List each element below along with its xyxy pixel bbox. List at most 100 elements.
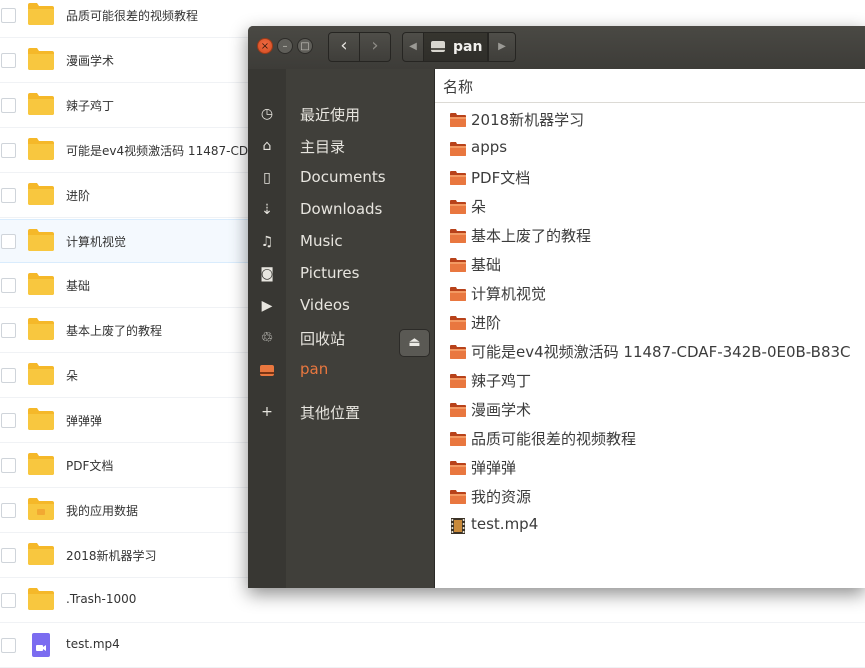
places-sidebar: ◷ 最近使用 ⌂ 主目录 ▯ Documents ⇣ Downloads ♫ Music ◙ Pict… <box>248 69 434 588</box>
file-row[interactable]: 计算机视觉 <box>435 279 865 308</box>
row-checkbox[interactable] <box>1 368 16 383</box>
row-checkbox[interactable] <box>1 53 16 68</box>
sidebar-item-label: 其他位置 <box>300 404 361 422</box>
camera-icon: ◙ <box>260 266 274 282</box>
folder-icon <box>450 489 466 504</box>
forward-button[interactable]: › <box>359 32 391 62</box>
folder-icon <box>28 363 54 385</box>
file-row[interactable]: 可能是ev4视频激活码 11487-CDAF-342B-0E0B-B83C <box>435 337 865 366</box>
eject-button[interactable]: ⏏ <box>399 329 430 357</box>
file-row[interactable]: apps <box>435 134 865 163</box>
folder-icon <box>450 344 466 359</box>
row-checkbox[interactable] <box>1 593 16 608</box>
folder-icon <box>450 460 466 475</box>
home-icon: ⌂ <box>262 138 272 154</box>
minimize-button[interactable]: – <box>277 38 293 54</box>
file-list-view: 名称 2018新机器学习 apps PDF文档朵基本上废了的教程 基础 计算机视觉进阶可… <box>434 69 865 588</box>
folder-icon <box>450 373 466 388</box>
row-checkbox[interactable] <box>1 234 16 249</box>
list-item-name: .Trash-1000 <box>66 592 137 606</box>
sidebar-item-label: Videos <box>300 296 350 314</box>
music-icon: ♫ <box>260 234 274 250</box>
video-icon: ▶ <box>261 298 273 314</box>
sidebar-item-drive[interactable]: pan <box>248 354 434 386</box>
file-row[interactable]: 2018新机器学习 <box>435 105 865 134</box>
window-titlebar[interactable]: × – □ ‹ › ◀ pan ▶ <box>248 26 865 70</box>
folder-icon <box>28 138 54 160</box>
file-name: 2018新机器学习 <box>471 111 585 129</box>
folder-icon <box>450 112 466 127</box>
row-checkbox[interactable] <box>1 458 16 473</box>
file-name: 我的资源 <box>471 488 532 506</box>
trash-icon: ♲ <box>260 330 274 346</box>
back-button[interactable]: ‹ <box>328 32 360 62</box>
plus-icon: + <box>261 404 273 420</box>
sidebar-item-video[interactable]: ▶ Videos <box>248 290 434 322</box>
sidebar-item-music[interactable]: ♫ Music <box>248 226 434 258</box>
file-row[interactable]: 品质可能很差的视频教程 <box>435 424 865 453</box>
file-name: 弹弹弹 <box>471 459 517 477</box>
sidebar-item-document[interactable]: ▯ Documents <box>248 162 434 194</box>
file-row[interactable]: PDF文档 <box>435 163 865 192</box>
row-checkbox[interactable] <box>1 143 16 158</box>
sidebar-item-plus[interactable]: + 其他位置 <box>248 396 434 428</box>
file-row[interactable]: 辣子鸡丁 <box>435 366 865 395</box>
folder-icon <box>28 183 54 205</box>
drive-shape <box>260 365 274 376</box>
file-row[interactable]: 朵 <box>435 192 865 221</box>
row-checkbox[interactable] <box>1 8 16 23</box>
file-row[interactable]: 进阶 <box>435 308 865 337</box>
close-button[interactable]: × <box>257 38 273 54</box>
row-checkbox[interactable] <box>1 278 16 293</box>
folder-icon <box>450 228 466 243</box>
folder-icon <box>450 141 466 156</box>
row-checkbox[interactable] <box>1 188 16 203</box>
row-checkbox[interactable] <box>1 323 16 338</box>
list-item-name: test.mp4 <box>66 637 120 651</box>
row-checkbox[interactable] <box>1 548 16 563</box>
list-item-name: 基本上废了的教程 <box>66 324 163 338</box>
row-checkbox[interactable] <box>1 98 16 113</box>
list-item-name: 2018新机器学习 <box>66 549 157 563</box>
list-item-name: 弹弹弹 <box>66 414 103 428</box>
folder-icon <box>28 273 54 295</box>
path-scroll-right-button[interactable]: ▶ <box>488 32 516 62</box>
drive-icon <box>258 361 276 379</box>
column-header-name[interactable]: 名称 <box>435 69 865 103</box>
sidebar-item-label: Pictures <box>300 264 360 282</box>
list-item-name: 漫画学术 <box>66 54 115 68</box>
sidebar-item-label: Documents <box>300 168 386 186</box>
row-checkbox[interactable] <box>1 413 16 428</box>
file-row[interactable]: 基础 <box>435 250 865 279</box>
sidebar-item-camera[interactable]: ◙ Pictures <box>248 258 434 290</box>
file-row[interactable]: 基本上废了的教程 <box>435 221 865 250</box>
file-row[interactable]: 漫画学术 <box>435 395 865 424</box>
file-name: 朵 <box>471 198 487 216</box>
file-name: PDF文档 <box>471 169 531 187</box>
drive-icon <box>431 41 445 52</box>
row-checkbox[interactable] <box>1 503 16 518</box>
file-name: test.mp4 <box>471 515 539 533</box>
file-manager-window: × – □ ‹ › ◀ pan ▶ ◷ 最近使用 ⌂ 主目录 ▯ Documents ⇣ Do… <box>248 26 865 588</box>
file-row[interactable]: 弹弹弹 <box>435 453 865 482</box>
folder-icon <box>450 315 466 330</box>
file-name: 进阶 <box>471 314 502 332</box>
sidebar-item-clock[interactable]: ◷ 最近使用 <box>248 98 434 130</box>
document-icon: ▯ <box>263 170 271 186</box>
file-row[interactable]: 我的资源 <box>435 482 865 511</box>
file-row[interactable]: test.mp4 <box>435 511 865 540</box>
list-item-name: 朵 <box>66 369 79 383</box>
row-checkbox[interactable] <box>1 638 16 653</box>
sidebar-item-home[interactable]: ⌂ 主目录 <box>248 130 434 162</box>
file-name: 可能是ev4视频激活码 11487-CDAF-342B-0E0B-B83C <box>471 343 851 361</box>
path-scroll-left-button[interactable]: ◀ <box>402 32 424 62</box>
sidebar-item-download[interactable]: ⇣ Downloads <box>248 194 434 226</box>
list-item-name: 品质可能很差的视频教程 <box>66 9 199 23</box>
folder-icon <box>450 286 466 301</box>
film-icon <box>450 518 466 534</box>
download-icon: ⇣ <box>261 202 273 218</box>
maximize-button[interactable]: □ <box>297 38 313 54</box>
list-item[interactable]: test.mp4 <box>0 624 865 668</box>
folder-icon <box>450 199 466 214</box>
path-bar-current[interactable]: pan <box>423 32 488 62</box>
